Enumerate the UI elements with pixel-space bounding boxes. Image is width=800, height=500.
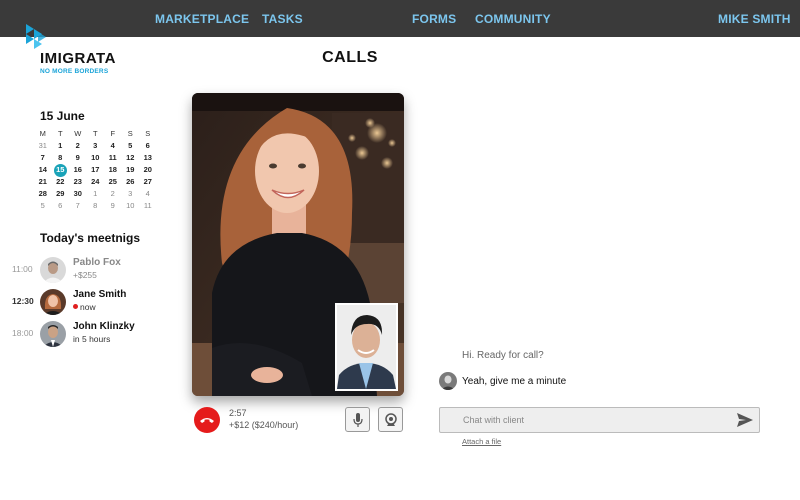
meeting-contact-name: John Klinzky (73, 321, 135, 332)
calendar-day[interactable]: 22 (52, 176, 70, 188)
calendar-day-today[interactable]: 15 (52, 163, 70, 177)
calendar-weekday: S (145, 129, 151, 138)
calendar-day[interactable]: 11 (104, 152, 122, 164)
brand-name: IMIGRATA (40, 50, 116, 67)
meeting-item[interactable]: 11:00 Pablo Fox +$255 (10, 255, 160, 285)
self-video-preview[interactable] (335, 303, 398, 391)
calendar-day[interactable]: 31 (34, 140, 52, 152)
calendar-day[interactable]: 25 (104, 176, 122, 188)
send-icon[interactable] (737, 413, 753, 427)
calendar-day[interactable]: 20 (139, 164, 157, 176)
calendar-day[interactable]: 30 (69, 188, 87, 200)
meeting-item[interactable]: 12:30 Jane Smith now (10, 287, 160, 317)
calendar-day[interactable]: 7 (69, 200, 87, 212)
calendar-day[interactable]: 1 (87, 188, 105, 200)
calendar-weekday: W (74, 129, 82, 138)
calendar-day[interactable]: 9 (104, 200, 122, 212)
calendar-day[interactable]: 24 (87, 176, 105, 188)
calendar-day[interactable]: 2 (69, 140, 87, 152)
avatar (40, 257, 66, 283)
meeting-note-now: now (73, 302, 96, 312)
calendar-day[interactable]: 10 (87, 152, 105, 164)
meeting-note: +$255 (73, 270, 97, 280)
calendar-day[interactable]: 3 (87, 140, 105, 152)
avatar (439, 372, 457, 390)
microphone-button[interactable] (345, 407, 370, 432)
top-navigation-bar: MARKETPLACE TASKS FORMS COMMUNITY MIKE S… (0, 0, 800, 37)
chat-message-incoming: Hi. Ready for call? (462, 350, 544, 361)
calendar-day[interactable]: 2 (104, 188, 122, 200)
calendar-day[interactable]: 28 (34, 188, 52, 200)
calendar-day[interactable]: 21 (34, 176, 52, 188)
calendar-day[interactable]: 6 (139, 140, 157, 152)
nav-community[interactable]: COMMUNITY (475, 12, 551, 26)
calendar-weekday: F (110, 129, 116, 138)
calendar-day[interactable]: 10 (122, 200, 140, 212)
brand-tagline: NO MORE BORDERS (40, 68, 109, 75)
hang-up-button[interactable] (194, 407, 220, 433)
calendar-day[interactable]: 3 (122, 188, 140, 200)
calendar-day[interactable]: 17 (87, 164, 105, 176)
mini-calendar: M T W T F S S 31 1 2 3 4 5 6 7 8 9 10 11 12 13 14 15 16 17 18 19 20… (34, 128, 157, 212)
avatar (40, 289, 66, 315)
calendar-day[interactable]: 18 (104, 164, 122, 176)
calendar-day[interactable]: 9 (69, 152, 87, 164)
calendar-day[interactable]: 23 (69, 176, 87, 188)
calendar-day[interactable]: 4 (104, 140, 122, 152)
calendar-day[interactable]: 27 (139, 176, 157, 188)
calendar-day[interactable]: 6 (52, 200, 70, 212)
calendar-day[interactable]: 19 (122, 164, 140, 176)
calendar-day[interactable]: 29 (52, 188, 70, 200)
user-menu[interactable]: MIKE SMITH (718, 12, 791, 26)
meeting-note: now (80, 302, 96, 312)
calendar-date-label: 15 June (40, 109, 85, 123)
chat-message-outgoing: Yeah, give me a minute (462, 376, 567, 387)
call-cost: +$12 ($240/hour) (229, 420, 299, 430)
live-status-dot (73, 304, 78, 309)
calendar-day[interactable]: 7 (34, 152, 52, 164)
calendar-weekday: T (57, 129, 63, 138)
chat-composer (439, 407, 760, 433)
calendar-day[interactable]: 11 (139, 200, 157, 212)
nav-marketplace[interactable]: MARKETPLACE (155, 12, 249, 26)
calendar-weekday: M (39, 129, 46, 138)
chat-input[interactable] (440, 408, 730, 432)
imigrata-logo-icon[interactable] (24, 24, 48, 50)
calendar-day[interactable]: 26 (122, 176, 140, 188)
meeting-time: 12:30 (12, 296, 34, 306)
meeting-note: in 5 hours (73, 334, 111, 344)
call-duration: 2:57 (229, 408, 247, 418)
meeting-time: 18:00 (12, 328, 34, 338)
calendar-weekday: S (127, 129, 133, 138)
calendar-day[interactable]: 14 (34, 164, 52, 176)
attach-file-link[interactable]: Attach a file (462, 437, 501, 446)
camera-button[interactable] (378, 407, 403, 432)
calendar-day[interactable]: 5 (34, 200, 52, 212)
avatar (40, 321, 66, 347)
microphone-icon (352, 412, 363, 427)
calendar-day[interactable]: 4 (139, 188, 157, 200)
calendar-day[interactable]: 16 (69, 164, 87, 176)
meetings-heading: Today's meetnigs (40, 231, 140, 245)
phone-hangup-icon (200, 418, 214, 423)
calendar-weekday: T (92, 129, 98, 138)
meeting-contact-name: Pablo Fox (73, 257, 121, 268)
calendar-day[interactable]: 8 (87, 200, 105, 212)
calendar-day[interactable]: 12 (122, 152, 140, 164)
page-title: CALLS (322, 49, 378, 66)
nav-forms[interactable]: FORMS (412, 12, 456, 26)
calendar-day[interactable]: 5 (122, 140, 140, 152)
calendar-day[interactable]: 1 (52, 140, 70, 152)
meeting-contact-name: Jane Smith (73, 289, 127, 300)
meeting-time: 11:00 (12, 264, 33, 274)
calendar-day[interactable]: 8 (52, 152, 70, 164)
calendar-day[interactable]: 13 (139, 152, 157, 164)
nav-tasks[interactable]: TASKS (262, 12, 303, 26)
meeting-item[interactable]: 18:00 John Klinzky in 5 hours (10, 319, 160, 349)
webcam-icon (384, 412, 397, 426)
